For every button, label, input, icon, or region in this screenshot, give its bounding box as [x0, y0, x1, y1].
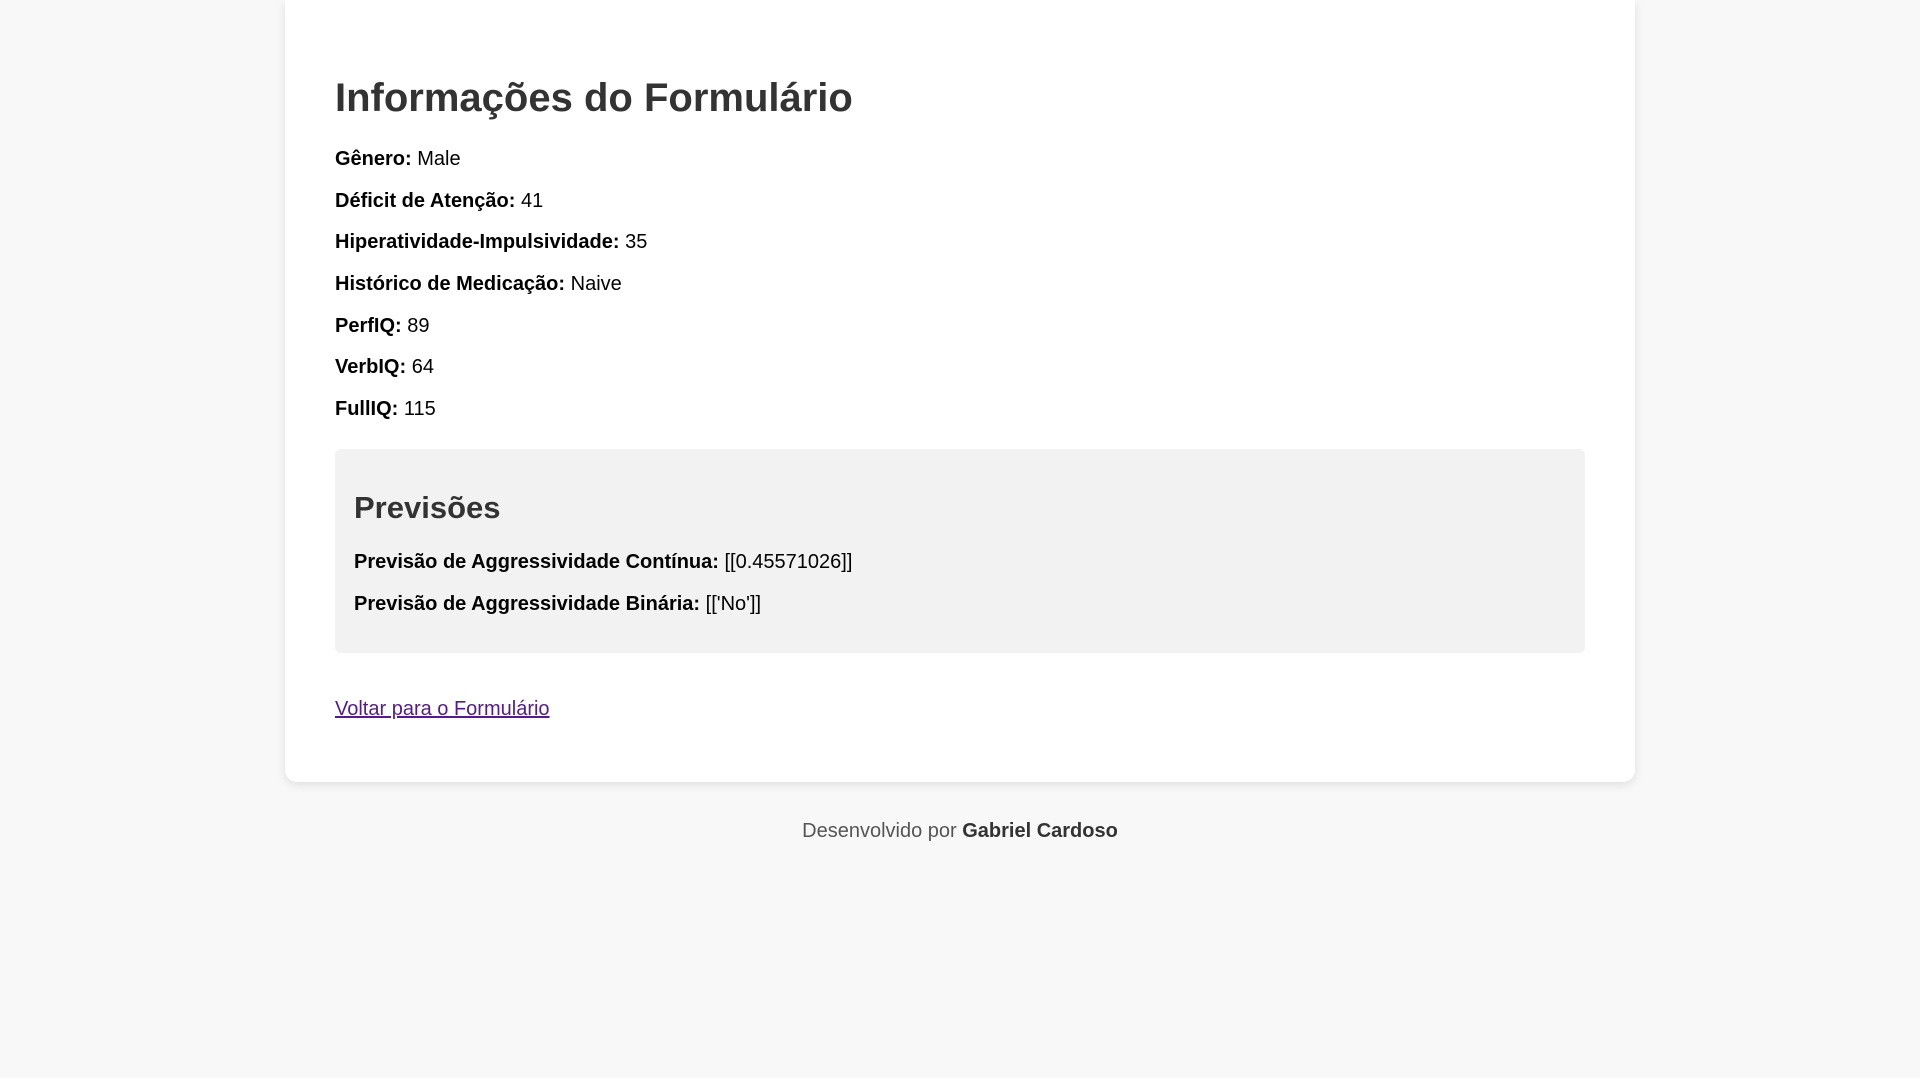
field-value: 35	[625, 231, 648, 254]
prediction-value: [[0.45571026]]	[724, 551, 853, 574]
page-title: Informações do Formulário	[335, 76, 853, 120]
field-attention-deficit: Déficit de Atenção: 41	[335, 189, 1585, 213]
field-medication-history: Histórico de Medicação: Naive	[335, 272, 1585, 296]
field-fulliq: FullIQ: 115	[335, 397, 1585, 421]
prediction-continuous: Previsão de Aggressividade Contínua: [[0…	[354, 550, 1566, 574]
field-hyperactivity: Hiperatividade-Impulsividade: 35	[335, 230, 1585, 254]
field-gender: Gênero: Male	[335, 147, 1585, 171]
field-label: Déficit de Atenção:	[335, 189, 516, 212]
field-value: 41	[520, 189, 544, 212]
field-verbiq: VerbIQ: 64	[335, 355, 1585, 379]
field-perfiq: PerfIQ: 89	[335, 314, 1585, 338]
prediction-label: Previsão de Aggressividade Binária:	[354, 593, 701, 616]
field-label: FullIQ:	[335, 398, 399, 421]
field-label: Hiperatividade-Impulsividade:	[335, 231, 620, 254]
field-value: 115	[403, 398, 436, 421]
field-label: Histórico de Medicação:	[335, 273, 566, 296]
prediction-label: Previsão de Aggressividade Contínua:	[354, 551, 719, 574]
form-info-card: Informações do Formulário Gênero: Male D…	[285, 0, 1635, 782]
footer-author: Gabriel Cardoso	[962, 820, 1118, 842]
prediction-value: [['No']]	[705, 593, 762, 616]
predictions-panel: Previsões Previsão de Aggressividade Con…	[335, 449, 1585, 654]
field-label: VerbIQ:	[335, 356, 407, 379]
field-value: 89	[407, 314, 430, 337]
back-link-container: Voltar para o Formulário	[335, 697, 1585, 721]
field-value: Male	[417, 148, 461, 170]
footer-prefix: Desenvolvido por	[802, 820, 957, 842]
form-fields: Gênero: Male Déficit de Atenção: 41 Hipe…	[335, 147, 1585, 421]
field-label: Gênero:	[335, 148, 412, 170]
back-to-form-link[interactable]: Voltar para o Formulário	[335, 698, 550, 720]
footer: Desenvolvido por Gabriel Cardoso	[0, 818, 1920, 844]
prediction-binary: Previsão de Aggressividade Binária: [['N…	[354, 592, 1566, 616]
predictions-title: Previsões	[354, 490, 501, 526]
field-value: Naive	[570, 273, 622, 296]
field-label: PerfIQ:	[335, 314, 402, 337]
field-value: 64	[411, 356, 434, 379]
